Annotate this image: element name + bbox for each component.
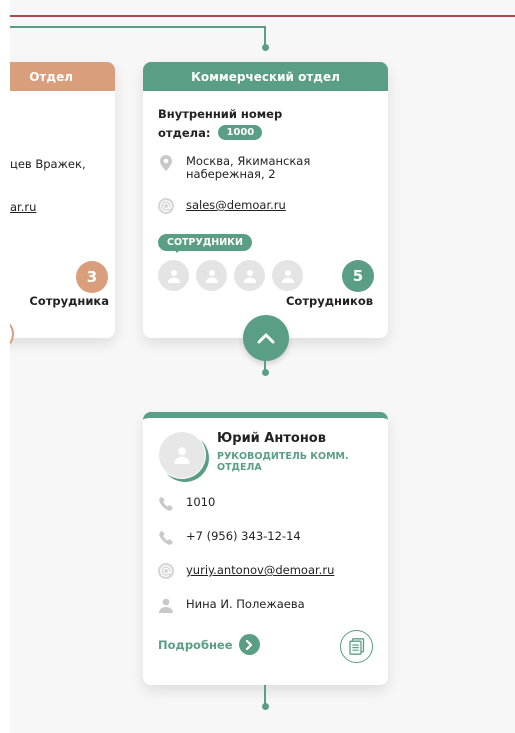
internal-number-row: отдела: 1000 <box>158 125 263 140</box>
employee-count-badge: 3 <box>76 261 108 293</box>
employees-tag: СОТРУДНИКИ <box>158 230 252 253</box>
avatar <box>158 431 206 479</box>
top-divider <box>10 15 515 17</box>
document-icon <box>348 638 364 655</box>
department-card-left[interactable]: Отдел цев Вражек, ar.ru 3 Сотрудника <box>10 62 115 338</box>
person-card[interactable]: Юрий Антонов РУКОВОДИТЕЛЬ КОММ. ОТДЕЛА 1… <box>143 412 388 685</box>
person-role: РУКОВОДИТЕЛЬ КОММ. ОТДЕЛА <box>217 451 349 473</box>
phone-row: +7 (956) 343-12-14 <box>158 529 301 545</box>
employee-avatar[interactable] <box>196 260 227 291</box>
phone-number[interactable]: +7 (956) 343-12-14 <box>186 529 301 543</box>
department-address: цев Вражек, <box>10 157 86 171</box>
address-line-2: набережная, 2 <box>186 167 276 181</box>
address-line-1: Москва, Якиманская <box>186 154 311 168</box>
department-card-commercial[interactable]: Коммерческий отдел Внутренний номер отде… <box>143 62 388 338</box>
person-icon <box>158 597 174 613</box>
person-email-link[interactable]: yuriy.antonov@demoar.ru <box>186 563 334 577</box>
phone-icon <box>158 529 174 545</box>
department-email-link[interactable]: sales@demoar.ru <box>186 198 286 212</box>
connector-dot <box>261 44 269 51</box>
assistant-name: Нина И. Полежаева <box>186 597 305 611</box>
department-email-link[interactable]: ar.ru <box>10 200 36 214</box>
assistant-row: Нина И. Полежаева <box>158 597 305 613</box>
internal-phone-row: 1010 <box>158 495 215 511</box>
document-button[interactable] <box>340 630 373 663</box>
person-icon <box>174 447 190 464</box>
more-link[interactable]: Подробнее <box>158 634 260 655</box>
more-link-label: Подробнее <box>158 637 233 652</box>
person-name: Юрий Антонов <box>217 431 326 446</box>
internal-number-badge: 1000 <box>218 125 263 140</box>
email-row: yuriy.antonov@demoar.ru <box>158 563 334 579</box>
phone-icon <box>158 495 174 511</box>
employee-count-label: Сотрудника <box>29 294 109 308</box>
connector-top-horizontal <box>10 26 266 28</box>
employee-avatar[interactable] <box>234 260 265 291</box>
arrow-right-icon <box>238 634 260 655</box>
connector-bottom-vertical <box>264 685 266 705</box>
employee-count-label: Сотрудников <box>285 294 373 308</box>
department-header: Коммерческий отдел <box>143 62 388 91</box>
employee-avatar[interactable] <box>272 260 303 291</box>
location-pin-icon <box>158 155 174 171</box>
employee-count-badge: 5 <box>342 260 374 292</box>
internal-phone: 1010 <box>186 495 216 509</box>
connector-dot <box>261 703 269 710</box>
at-sign-icon <box>158 563 174 579</box>
org-chart-canvas: Отдел цев Вражек, ar.ru 3 Сотрудника Ком… <box>10 0 515 733</box>
department-title: Коммерческий отдел <box>191 69 340 84</box>
internal-number-label: Внутренний номер <box>158 107 283 121</box>
employee-avatar[interactable] <box>158 260 189 291</box>
department-title: Отдел <box>29 69 73 84</box>
department-header: Отдел <box>10 62 115 91</box>
at-sign-icon <box>158 198 174 214</box>
chevron-up-icon <box>257 333 275 344</box>
department-email-row: sales@demoar.ru <box>158 198 286 214</box>
collapse-button[interactable] <box>243 315 289 361</box>
connector-top-vertical <box>264 26 266 46</box>
internal-number-label-2: отдела: <box>158 125 211 140</box>
department-address-row: Москва, Якиманская набережная, 2 <box>158 155 310 181</box>
connector-dot <box>261 369 269 376</box>
